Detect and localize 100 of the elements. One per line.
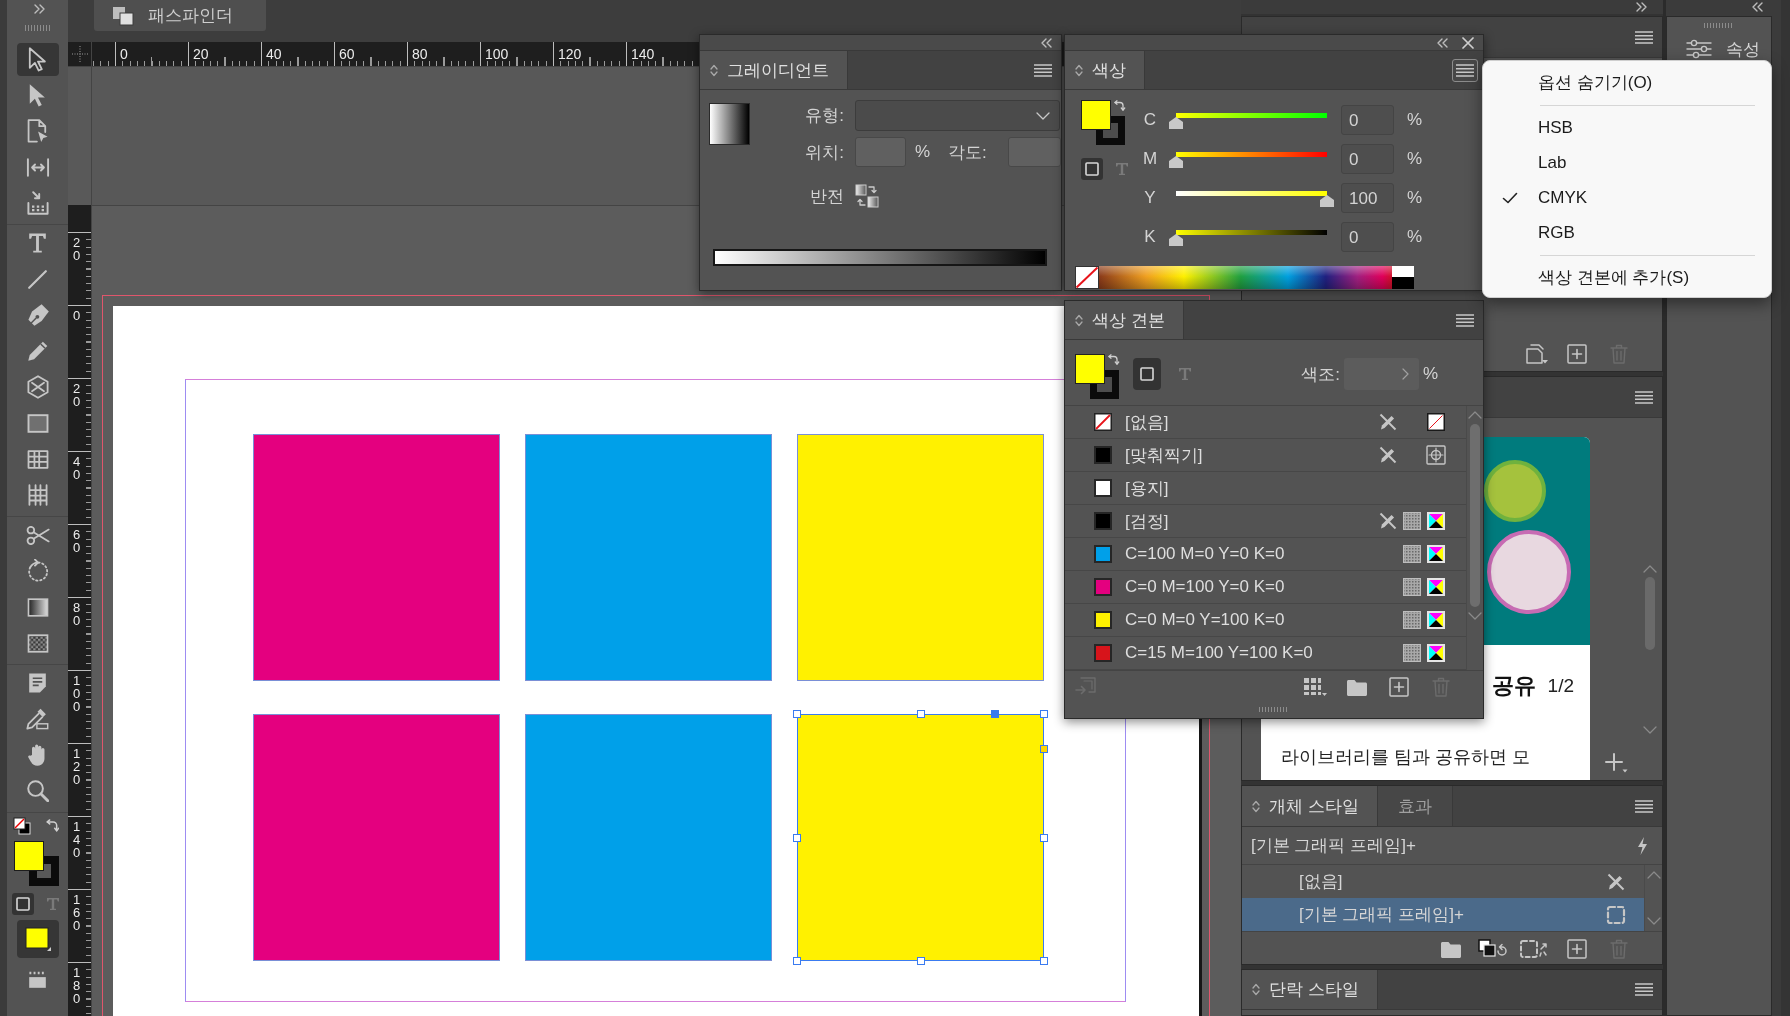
- swap-arrow-icon[interactable]: [45, 818, 59, 833]
- resize-handle[interactable]: [1040, 710, 1048, 718]
- unit-label: %: [1422, 364, 1438, 384]
- collapse-chevrons-icon[interactable]: [1752, 2, 1763, 12]
- panel-tab[interactable]: 개체 스타일: [1242, 786, 1378, 826]
- tint-field[interactable]: [1343, 358, 1419, 390]
- card-title: 공유: [1491, 672, 1536, 700]
- checker-square-icon: [1403, 578, 1421, 596]
- value-field[interactable]: 0: [1341, 104, 1394, 135]
- ruler-label: 20: [73, 382, 81, 408]
- chevron-down-icon: [1036, 111, 1050, 120]
- panel-tab[interactable]: 효과: [1377, 786, 1453, 826]
- swatch-item[interactable]: C=0 M=100 Y=0 K=0: [1065, 571, 1466, 604]
- swatch-item[interactable]: C=100 M=0 Y=0 K=0: [1065, 538, 1466, 571]
- menu-item[interactable]: CMYK: [1483, 180, 1771, 215]
- four-triangles-icon: [1427, 512, 1445, 530]
- pen-nib-icon: [26, 303, 49, 327]
- menu-item[interactable]: Lab: [1483, 145, 1771, 180]
- panel-tab[interactable]: 색상: [1065, 51, 1145, 89]
- color-spectrum[interactable]: [1099, 266, 1414, 289]
- resize-handle[interactable]: [916, 957, 925, 965]
- panel-tab[interactable]: 색상 견본: [1065, 301, 1184, 339]
- value-field[interactable]: 100: [1341, 182, 1394, 213]
- angle-field[interactable]: [1008, 137, 1061, 167]
- swatch-item[interactable]: [용지]: [1065, 472, 1466, 505]
- letter-t-icon: [45, 896, 60, 911]
- location-field[interactable]: [855, 137, 906, 167]
- grid-icon: [26, 484, 49, 506]
- slider-thumb[interactable]: [1169, 155, 1183, 168]
- apply-color-button[interactable]: [16, 920, 59, 958]
- menu-icon[interactable]: [1635, 390, 1653, 404]
- panel-menu-button[interactable]: [1452, 58, 1478, 82]
- menu-item[interactable]: HSB: [1483, 110, 1771, 145]
- collapsed-panel-tab[interactable]: 패스파인더: [94, 0, 266, 31]
- collapse-chevrons-icon[interactable]: [1041, 37, 1052, 48]
- resize-handle[interactable]: [793, 710, 801, 718]
- ruler-label: 180: [73, 966, 81, 1005]
- gradient-ramp[interactable]: [713, 249, 1047, 266]
- swatch-item[interactable]: [맞춰찍기]: [1065, 439, 1466, 472]
- ruler-label: 80: [73, 601, 81, 627]
- menu-icon[interactable]: [1635, 799, 1653, 813]
- menu-icon[interactable]: [1635, 983, 1653, 996]
- properties-panel-button[interactable]: 속성: [1686, 38, 1760, 60]
- fill-stroke-icon[interactable]: [1075, 354, 1120, 399]
- resize-handle[interactable]: [916, 710, 925, 718]
- menu-item[interactable]: 색상 견본에 추가(S): [1483, 260, 1771, 295]
- container-button[interactable]: [1081, 158, 1103, 180]
- lightning-icon[interactable]: [1636, 835, 1648, 856]
- ruler-label: 140: [73, 820, 81, 859]
- menu-icon[interactable]: [1456, 313, 1474, 327]
- style-item[interactable]: [없음]: [1242, 865, 1644, 898]
- resize-handle[interactable]: [1040, 833, 1048, 842]
- ruler-label: 40: [266, 46, 282, 62]
- close-icon[interactable]: [1462, 36, 1474, 49]
- container-button[interactable]: [11, 892, 34, 915]
- updown-arrows-icon: [1252, 983, 1260, 996]
- default-colors-icon[interactable]: [13, 816, 31, 835]
- resize-handle[interactable]: [793, 957, 801, 965]
- swatch-item[interactable]: C=0 M=0 Y=100 K=0: [1065, 604, 1466, 637]
- swatch-item[interactable]: C=15 M=100 Y=100 K=0: [1065, 637, 1466, 670]
- value-field[interactable]: 0: [1341, 143, 1394, 174]
- menu-item[interactable]: 옵션 숨기기(O): [1483, 65, 1771, 100]
- slider-thumb[interactable]: [1320, 194, 1334, 207]
- dotted-frame-arrow-icon[interactable]: [1520, 939, 1550, 959]
- expand-chevrons-icon[interactable]: [1636, 2, 1647, 12]
- overlapping-squares-icon[interactable]: [1478, 939, 1508, 959]
- fill-stroke-icon[interactable]: [1081, 100, 1126, 145]
- add-square-icon[interactable]: [1389, 677, 1409, 697]
- style-item[interactable]: [기본 그래픽 프레임]+: [1242, 898, 1644, 931]
- frame-handle[interactable]: [990, 710, 999, 718]
- panel-tab[interactable]: 그레이디언트: [700, 51, 848, 89]
- add-square-icon[interactable]: [1567, 344, 1587, 364]
- expand-chevrons-icon[interactable]: [34, 3, 45, 14]
- menu-item[interactable]: RGB: [1483, 215, 1771, 250]
- swatch-item[interactable]: [검정]: [1065, 505, 1466, 538]
- value-field[interactable]: 0: [1341, 221, 1394, 252]
- resize-handle[interactable]: [1040, 957, 1048, 965]
- selection-tool[interactable]: [16, 42, 59, 76]
- menu-icon[interactable]: [1635, 30, 1653, 44]
- fill-stroke-icon[interactable]: [14, 841, 59, 886]
- corner-handle[interactable]: [1040, 744, 1048, 753]
- scroll-thumb[interactable]: [1470, 424, 1480, 607]
- collapse-chevrons-icon[interactable]: [1437, 37, 1448, 48]
- menu-icon[interactable]: [1034, 63, 1052, 77]
- plus-caret-icon[interactable]: [1603, 752, 1628, 774]
- panel-tab[interactable]: 단락 스타일: [1242, 970, 1378, 1009]
- container-button[interactable]: [1133, 358, 1161, 390]
- grid-caret-icon[interactable]: [1303, 677, 1327, 697]
- folder-icon[interactable]: [1440, 940, 1462, 958]
- ruler-label: 60: [73, 528, 81, 554]
- slider-thumb[interactable]: [1169, 233, 1183, 246]
- none-swatch-icon[interactable]: [1075, 266, 1099, 289]
- tray-arrow-icon: [26, 191, 49, 215]
- tint-label: 색조:: [1301, 363, 1340, 386]
- swatch-item[interactable]: [없음]: [1065, 406, 1466, 439]
- add-square-icon[interactable]: [1567, 939, 1587, 959]
- reverse-gradient-icon[interactable]: [855, 184, 879, 208]
- resize-handle[interactable]: [793, 833, 801, 842]
- slider-thumb[interactable]: [1169, 116, 1183, 129]
- folder-icon[interactable]: [1346, 678, 1368, 696]
